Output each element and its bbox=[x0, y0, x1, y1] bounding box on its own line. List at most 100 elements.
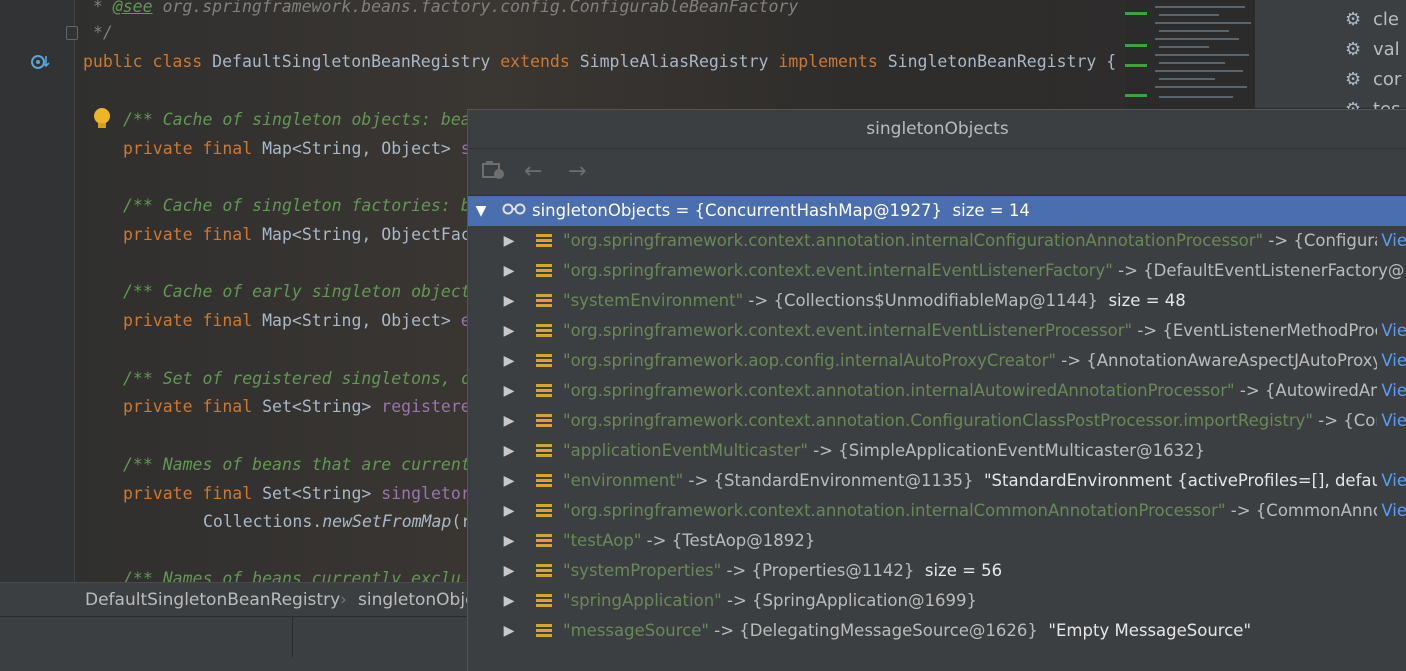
view-link[interactable]: Vie bbox=[1377, 346, 1406, 376]
tree-row-entry[interactable]: ▶ "messageSource" -> {DelegatingMessageSo… bbox=[468, 616, 1406, 646]
view-link[interactable]: Vie bbox=[1377, 496, 1406, 526]
entry-key: "org.springframework.context.event.inter… bbox=[563, 321, 1133, 340]
entry-value: -> {Properties@1142} bbox=[721, 561, 915, 580]
tree-row-entry[interactable]: ▶ "springApplication" -> {SpringApplicati… bbox=[468, 586, 1406, 616]
tree-row-entry[interactable]: ▶ "org.springframework.context.annotation… bbox=[468, 376, 1406, 406]
breadcrumb-class[interactable]: DefaultSingletonBeanRegistry bbox=[85, 590, 340, 610]
tree-row-entry[interactable]: ▶ "org.springframework.context.annotation… bbox=[468, 406, 1406, 436]
code-line-field: private final Map<String, Object> s bbox=[123, 139, 471, 158]
tree-row-entry[interactable]: ▶ "org.springframework.context.event.inte… bbox=[468, 256, 1406, 286]
tree-row-entry[interactable]: ▶ "environment" -> {StandardEnvironment@1… bbox=[468, 466, 1406, 496]
entry-value: -> {DefaultEventListenerFactory@1453 bbox=[1118, 261, 1406, 280]
implements-gutter-icon[interactable] bbox=[30, 52, 50, 72]
entry-text: "systemProperties" -> {Properties@1142} … bbox=[563, 556, 1002, 586]
entry-text: "applicationEventMulticaster" -> {Simple… bbox=[563, 436, 1205, 466]
view-link[interactable]: Vie bbox=[1377, 466, 1406, 496]
entry-text: "springApplication" -> {SpringApplicatio… bbox=[563, 586, 977, 616]
view-link[interactable]: Vie bbox=[1377, 226, 1406, 256]
lightbulb-icon[interactable] bbox=[94, 108, 110, 130]
tree-row-entry[interactable]: ▶ "org.springframework.context.event.inte… bbox=[468, 316, 1406, 346]
evaluate-popup: singletonObjects ← → ▼ singletonObjects … bbox=[467, 109, 1406, 671]
expand-arrow-icon[interactable]: ▶ bbox=[502, 256, 516, 286]
fold-marker[interactable] bbox=[66, 26, 78, 40]
editor-gutter bbox=[0, 0, 78, 582]
code-line-doc-end: */ bbox=[92, 23, 113, 42]
map-entry-icon bbox=[536, 504, 552, 518]
code-line-comment: /** Cache of singleton objects: bea bbox=[123, 110, 471, 129]
view-link[interactable]: Vie bbox=[1377, 316, 1406, 346]
entry-key: "org.springframework.context.annotation.… bbox=[563, 381, 1235, 400]
entry-extra: "StandardEnvironment {activeProfiles=[],… bbox=[983, 471, 1406, 490]
entry-key: "testAop" bbox=[563, 531, 642, 550]
code-line-comment: /** Cache of early singleton object bbox=[123, 282, 471, 301]
entry-text: "org.springframework.aop.config.internal… bbox=[563, 346, 1382, 376]
entry-text: "org.springframework.context.annotation.… bbox=[563, 226, 1391, 256]
tree-row-entry[interactable]: ▶ "applicationEventMulticaster" -> {Simpl… bbox=[468, 436, 1406, 466]
expand-arrow-icon[interactable]: ▶ bbox=[502, 436, 516, 466]
tree-row-root[interactable]: ▼ singletonObjects = {ConcurrentHashMap@… bbox=[468, 196, 1406, 226]
expand-arrow-icon[interactable]: ▶ bbox=[502, 466, 516, 496]
tree-row-entry[interactable]: ▶ "testAop" -> {TestAop@1892} bbox=[468, 526, 1406, 556]
entry-text: "org.springframework.context.annotation.… bbox=[563, 496, 1398, 526]
entry-value: -> {TestAop@1892} bbox=[641, 531, 816, 550]
tree-row-entry[interactable]: ▶ "org.springframework.aop.config.interna… bbox=[468, 346, 1406, 376]
forward-arrow-icon[interactable]: → bbox=[568, 159, 586, 184]
tree-row-entry[interactable]: ▶ "org.springframework.context.annotation… bbox=[468, 226, 1406, 256]
code-line-continuation: Collections.newSetFromMap(r bbox=[203, 512, 472, 531]
code-line-field: private final Set<String> registere bbox=[123, 397, 471, 416]
entry-text: "org.springframework.context.event.inter… bbox=[563, 256, 1406, 286]
expand-arrow-icon[interactable]: ▶ bbox=[502, 616, 516, 646]
expand-arrow-icon[interactable]: ▶ bbox=[502, 526, 516, 556]
entry-value: -> {StandardEnvironment@1135} bbox=[683, 471, 974, 490]
expand-arrow-icon[interactable]: ▶ bbox=[502, 316, 516, 346]
entry-key: "org.springframework.context.annotation.… bbox=[563, 231, 1264, 250]
code-text[interactable]: * @see org.springframework.beans.factory… bbox=[83, 0, 1116, 582]
tree-row-entry[interactable]: ▶ "org.springframework.context.annotation… bbox=[468, 496, 1406, 526]
code-minimap[interactable] bbox=[1125, 0, 1255, 108]
entry-extra: "Empty MessageSource" bbox=[1048, 621, 1252, 640]
gear-icon: ⚙ bbox=[1345, 39, 1362, 60]
back-arrow-icon[interactable]: ← bbox=[524, 159, 542, 184]
entry-text: "testAop" -> {TestAop@1892} bbox=[563, 526, 815, 556]
collapse-arrow-icon[interactable]: ▼ bbox=[474, 196, 488, 226]
expand-arrow-icon[interactable]: ▶ bbox=[502, 286, 516, 316]
expand-arrow-icon[interactable]: ▶ bbox=[502, 406, 516, 436]
expand-arrow-icon[interactable]: ▶ bbox=[502, 496, 516, 526]
entry-key: "org.springframework.context.event.inter… bbox=[563, 261, 1113, 280]
expand-arrow-icon[interactable]: ▶ bbox=[502, 586, 516, 616]
view-link[interactable]: Vie bbox=[1377, 376, 1406, 406]
entry-text: "org.springframework.context.annotation.… bbox=[563, 406, 1402, 436]
entry-value: -> {EventListenerMethodProce... bbox=[1132, 321, 1406, 340]
tree-row-entry[interactable]: ▶ "systemEnvironment" -> {Collections$Unm… bbox=[468, 286, 1406, 316]
view-link[interactable]: Vie bbox=[1377, 406, 1406, 436]
entry-extra: size = 48 bbox=[1108, 291, 1186, 310]
code-line-field: private final Set<String> singletor bbox=[123, 484, 471, 503]
structure-item[interactable]: ⚙ val bbox=[1345, 35, 1400, 65]
tree-row-entry[interactable]: ▶ "systemProperties" -> {Properties@1142}… bbox=[468, 556, 1406, 586]
expand-arrow-icon[interactable]: ▶ bbox=[502, 556, 516, 586]
map-entry-icon bbox=[536, 384, 552, 398]
entry-key: "org.springframework.aop.config.internal… bbox=[563, 351, 1056, 370]
entry-key: "springApplication" bbox=[563, 591, 722, 610]
breadcrumb-separator: › bbox=[340, 590, 347, 610]
entry-text: "systemEnvironment" -> {Collections$Unmo… bbox=[563, 286, 1186, 316]
entry-value: -> {DelegatingMessageSource@1626} bbox=[709, 621, 1038, 640]
entry-key: "systemEnvironment" bbox=[563, 291, 744, 310]
structure-item[interactable]: ⚙ cor bbox=[1345, 65, 1401, 95]
map-entry-icon bbox=[536, 444, 552, 458]
entry-key: "applicationEventMulticaster" bbox=[563, 441, 808, 460]
code-line-comment: /** Names of beans currently exclu bbox=[123, 569, 461, 582]
add-to-watches-icon[interactable] bbox=[482, 159, 506, 187]
map-entry-icon bbox=[536, 594, 552, 608]
entry-key: "systemProperties" bbox=[563, 561, 722, 580]
map-entry-icon bbox=[536, 354, 552, 368]
map-entry-icon bbox=[536, 474, 552, 488]
expand-arrow-icon[interactable]: ▶ bbox=[502, 346, 516, 376]
code-line-see: * @see org.springframework.beans.factory… bbox=[83, 0, 799, 16]
structure-item[interactable]: ⚙ cle bbox=[1345, 5, 1399, 35]
map-entry-icon bbox=[536, 414, 552, 428]
entry-value: -> {AnnotationAwareAspectJAutoProxy bbox=[1056, 351, 1383, 370]
expand-arrow-icon[interactable]: ▶ bbox=[502, 376, 516, 406]
breadcrumb-field[interactable]: singletonObje bbox=[358, 590, 476, 610]
expand-arrow-icon[interactable]: ▶ bbox=[502, 226, 516, 256]
